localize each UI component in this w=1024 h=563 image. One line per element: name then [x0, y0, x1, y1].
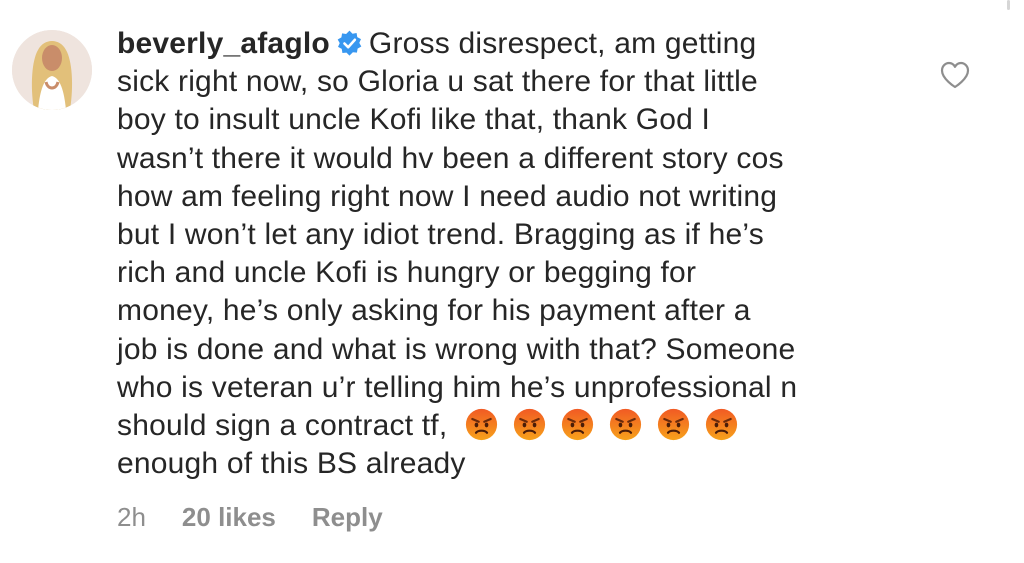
- comment-text: should sign a contract tf,: [117, 409, 448, 443]
- comment-line-9: job is done and what is wrong with that?…: [117, 332, 796, 366]
- comment-line-1: beverly_afaglo Gross disrespect, am getti…: [117, 25, 917, 63]
- timestamp: 2h: [117, 502, 146, 532]
- emoji-row: [447, 408, 753, 442]
- verified-badge-icon: [336, 30, 363, 57]
- comment-line-11: should sign a contract tf,: [117, 407, 917, 445]
- comment-line-4: wasn’t there it would hv been a differen…: [117, 141, 784, 175]
- comment-line-2: sick right now, so Gloria u sat there fo…: [117, 65, 758, 99]
- comment-line-5: how am feeling right now I need audio no…: [117, 179, 778, 213]
- pouting-face-emoji: [465, 408, 498, 441]
- pouting-face-emoji: [657, 408, 690, 441]
- comment-line-10: who is veteran u’r telling him he’s unpr…: [117, 370, 798, 404]
- pouting-face-emoji: [609, 408, 642, 441]
- comment-line-8: money, he’s only asking for his payment …: [117, 294, 751, 328]
- likes-count-link[interactable]: 20 likes: [182, 502, 276, 532]
- pouting-face-emoji: [561, 408, 594, 441]
- pouting-face-emoji: [705, 408, 738, 441]
- comment-meta: 2h 20 likes Reply: [117, 502, 419, 533]
- comment-body: beverly_afaglo Gross disrespect, am getti…: [117, 25, 917, 483]
- username-link[interactable]: beverly_afaglo: [117, 27, 330, 60]
- pouting-face-emoji: [513, 408, 546, 441]
- avatar[interactable]: [12, 30, 92, 110]
- reply-button[interactable]: Reply: [312, 502, 383, 532]
- comment-line-7: rich and uncle Kofi is hungry or begging…: [117, 256, 697, 290]
- heart-outline-icon[interactable]: [940, 61, 970, 89]
- comment-line-12: enough of this BS already: [117, 447, 466, 481]
- scroll-indicator[interactable]: [1007, 0, 1010, 10]
- comment-line-6: but I won’t let any idiot trend. Braggin…: [117, 218, 764, 252]
- comment-line-3: boy to insult uncle Kofi like that, than…: [117, 103, 711, 137]
- comment-text: Gross disrespect, am getting: [368, 27, 757, 60]
